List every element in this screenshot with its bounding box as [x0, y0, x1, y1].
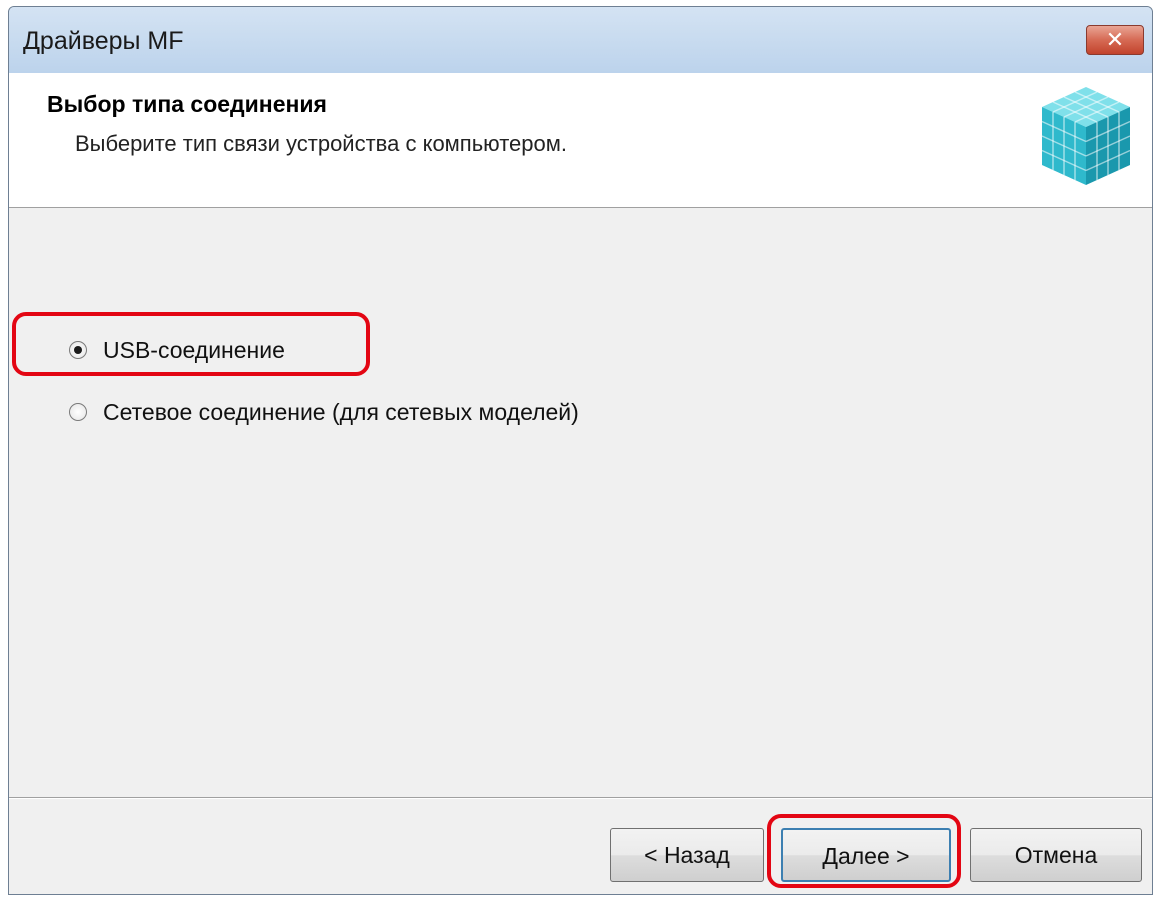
usb-radio-button[interactable] [69, 341, 87, 359]
wizard-header: Выбор типа соединения Выберите тип связи… [9, 73, 1152, 208]
cancel-button[interactable]: Отмена [970, 828, 1142, 882]
usb-option-label: USB-соединение [103, 336, 285, 363]
window-title: Драйверы MF [23, 27, 184, 55]
close-icon: ✕ [1105, 27, 1125, 52]
back-button[interactable]: < Назад [610, 828, 764, 882]
option-usb[interactable]: USB-соединение [69, 333, 285, 367]
network-radio-button[interactable] [69, 403, 87, 421]
installer-window: Драйверы MF ✕ Выбор типа соединения Выбе… [8, 6, 1153, 895]
close-button[interactable]: ✕ [1086, 25, 1144, 55]
network-option-label: Сетевое соединение (для сетевых моделей) [103, 398, 579, 425]
cube-icon [1041, 87, 1131, 185]
page-title: Выбор типа соединения [47, 91, 327, 117]
next-button[interactable]: Далее > [781, 828, 951, 882]
option-network[interactable]: Сетевое соединение (для сетевых моделей) [69, 395, 579, 429]
dialog-client-area: Выбор типа соединения Выберите тип связи… [9, 73, 1152, 894]
page-subtitle: Выберите тип связи устройства с компьюте… [75, 131, 567, 156]
footer-separator [9, 797, 1152, 799]
title-bar[interactable]: Драйверы MF ✕ [9, 7, 1152, 73]
